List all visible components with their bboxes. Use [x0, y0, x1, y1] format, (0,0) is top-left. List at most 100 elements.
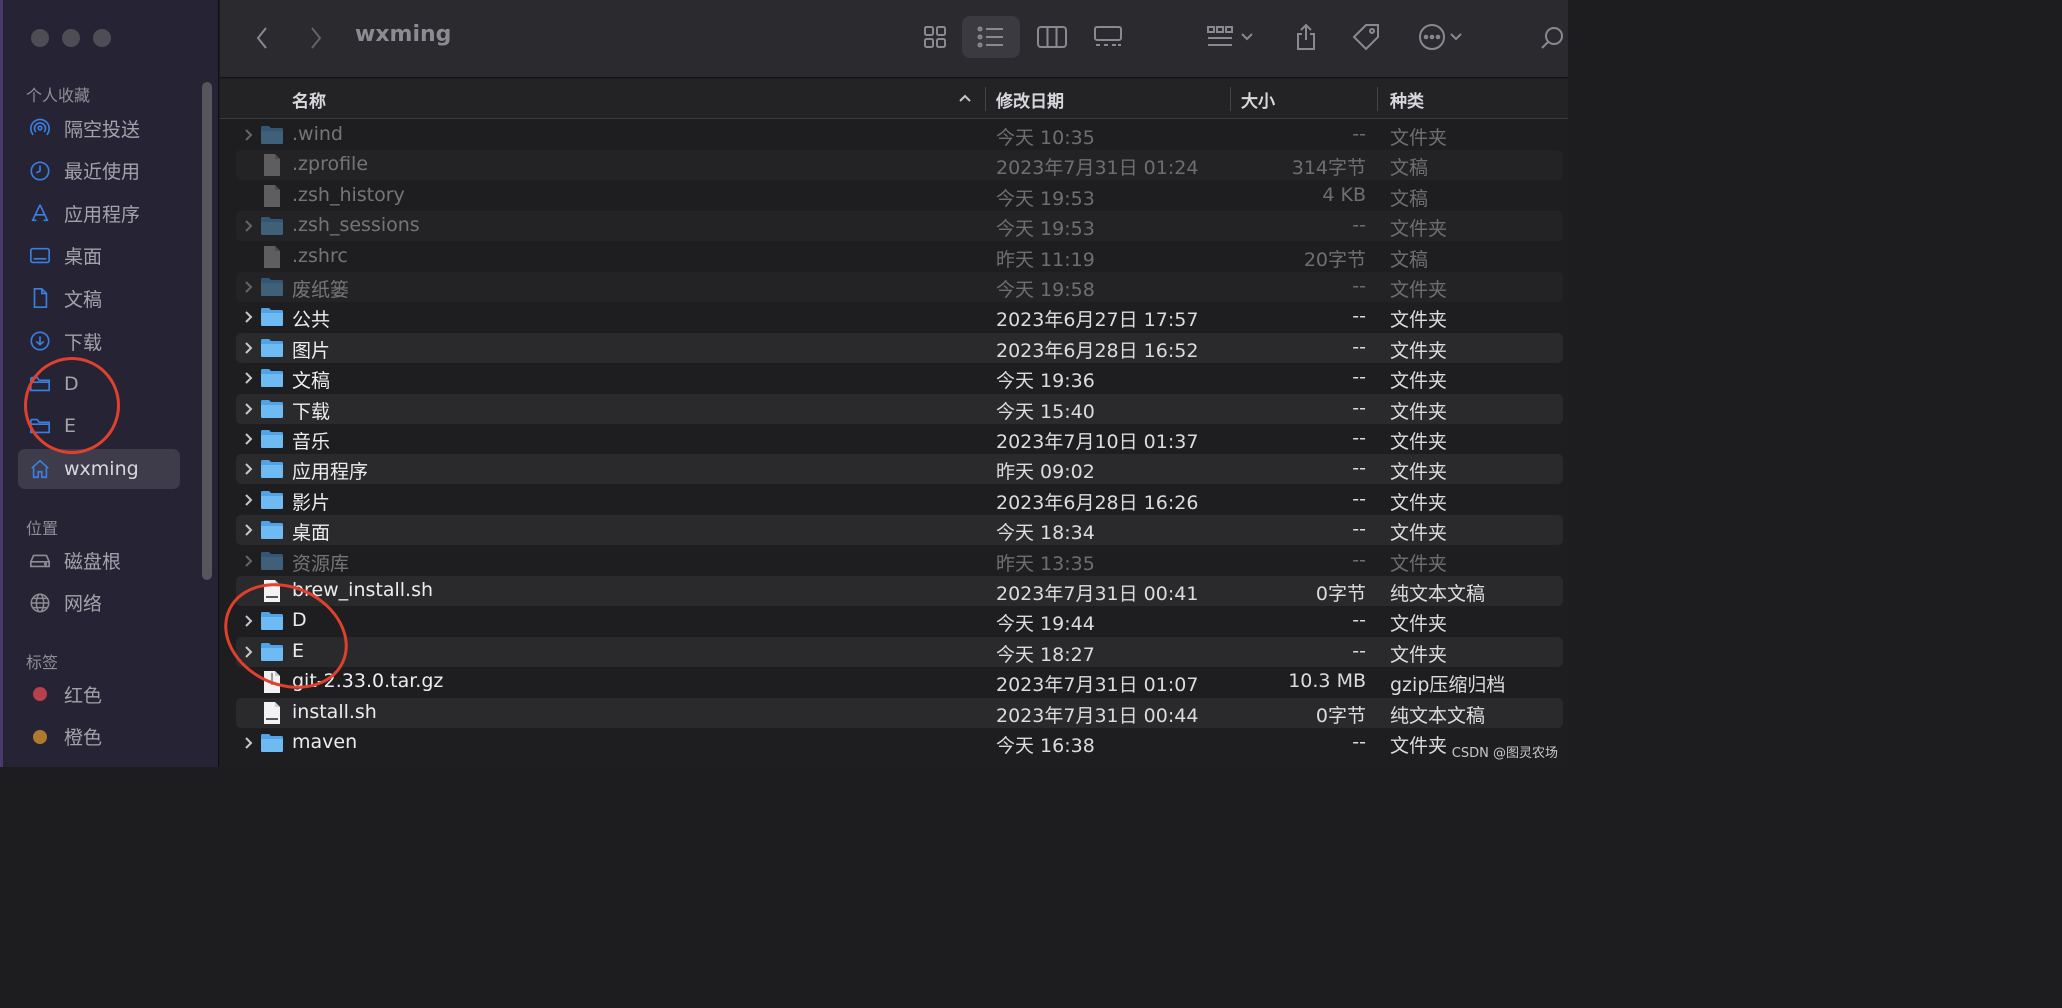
column-divider[interactable]	[1377, 87, 1378, 111]
file-size: 0字节	[1315, 704, 1366, 727]
back-button[interactable]	[244, 20, 280, 56]
table-row[interactable]: 废纸篓 今天 19:58 -- 文件夹	[236, 272, 1563, 302]
table-row[interactable]: .wind 今天 10:35 -- 文件夹	[236, 120, 1563, 150]
disclosure-triangle[interactable]	[240, 459, 256, 479]
file-name: 应用程序	[292, 461, 369, 484]
sidebar-scrollbar[interactable]	[202, 82, 212, 580]
table-row[interactable]: 下载 今天 15:40 -- 文件夹	[236, 393, 1563, 424]
file-size: 4 KB	[1322, 183, 1366, 206]
document-icon	[28, 286, 52, 310]
file-size: --	[1352, 123, 1366, 145]
search-icon	[1541, 27, 1563, 49]
table-row[interactable]: 音乐 2023年7月10日 01:37 -- 文件夹	[236, 424, 1563, 454]
share-button[interactable]	[1286, 16, 1326, 58]
sidebar-item-6[interactable]: 下载	[18, 321, 180, 361]
more-actions-button[interactable]	[1410, 17, 1470, 57]
file-modified-date: 今天 10:35	[996, 127, 1095, 149]
gallery-view-button[interactable]	[1088, 17, 1128, 57]
column-kind-header[interactable]: 种类	[1390, 79, 1424, 119]
search-button[interactable]	[1538, 20, 1568, 56]
column-size-header[interactable]: 大小	[1241, 79, 1275, 119]
disclosure-triangle[interactable]	[240, 520, 256, 540]
disclosure-triangle[interactable]	[240, 307, 256, 327]
disclosure-triangle[interactable]	[240, 551, 256, 571]
table-row[interactable]: 图片 2023年6月28日 16:52 -- 文件夹	[236, 332, 1563, 363]
ellipsis-circle-icon	[1419, 24, 1445, 50]
tag-button[interactable]	[1344, 16, 1388, 58]
forward-button[interactable]	[298, 20, 334, 56]
column-header: 名称 修改日期 大小 种类	[220, 79, 1568, 119]
window-title: wxming	[355, 22, 452, 47]
table-row[interactable]: D 今天 19:44 -- 文件夹	[236, 606, 1563, 636]
disclosure-triangle[interactable]	[240, 733, 256, 753]
disclosure-triangle[interactable]	[240, 216, 256, 236]
disclosure-triangle[interactable]	[240, 399, 256, 419]
disclosure-triangle[interactable]	[240, 125, 256, 145]
minimize-window-button[interactable]	[62, 29, 80, 47]
chevron-down-icon	[1450, 33, 1462, 41]
table-row[interactable]: 桌面 今天 18:34 -- 文件夹	[236, 515, 1563, 546]
file-modified-date: 今天 19:36	[996, 370, 1095, 393]
locations-section-title: 位置	[26, 519, 59, 538]
table-row[interactable]: maven 今天 16:38 -- 文件夹	[236, 728, 1563, 758]
table-row[interactable]: 资源库 昨天 13:35 -- 文件夹	[236, 546, 1563, 576]
file-name: 桌面	[292, 522, 331, 545]
sidebar-item-label: 磁盘根	[64, 550, 122, 573]
tag-color-dot	[33, 687, 47, 701]
file-kind: 文件夹	[1390, 309, 1448, 332]
sidebar-location-1[interactable]: 磁盘根	[18, 540, 180, 580]
disclosure-triangle[interactable]	[240, 338, 256, 358]
chevron-right-icon	[244, 311, 252, 324]
column-divider[interactable]	[985, 87, 986, 111]
sidebar-item-4[interactable]: 桌面	[18, 236, 180, 276]
table-row[interactable]: 文稿 今天 19:36 -- 文件夹	[236, 363, 1563, 393]
table-row[interactable]: 应用程序 昨天 09:02 -- 文件夹	[236, 454, 1563, 485]
file-name: 废纸篓	[292, 279, 350, 301]
list-view-button[interactable]	[962, 16, 1020, 58]
table-row[interactable]: .zprofile 2023年7月31日 01:24 314字节 文稿	[236, 150, 1563, 181]
table-row[interactable]: E 今天 18:27 -- 文件夹	[236, 636, 1563, 667]
clock-icon	[28, 159, 52, 183]
close-window-button[interactable]	[31, 29, 49, 47]
disclosure-triangle[interactable]	[240, 368, 256, 388]
group-by-button[interactable]	[1200, 17, 1260, 57]
column-view-button[interactable]	[1032, 17, 1072, 57]
sidebar-location-2[interactable]: 网络	[18, 583, 180, 623]
disclosure-triangle[interactable]	[240, 429, 256, 449]
sidebar-item-1[interactable]: 隔空投送	[18, 108, 180, 148]
sidebar-item-2[interactable]: 最近使用	[18, 151, 180, 191]
table-row[interactable]: .zsh_history 今天 19:53 4 KB 文稿	[236, 181, 1563, 211]
sort-ascending-icon	[959, 94, 971, 102]
table-row[interactable]: git-2.33.0.tar.gz 2023年7月31日 01:07 10.3 MB…	[236, 667, 1563, 697]
column-date-header[interactable]: 修改日期	[996, 79, 1064, 119]
folder-icon	[260, 366, 284, 390]
table-row[interactable]: install.sh 2023年7月31日 00:44 0字节 纯文本文稿	[236, 697, 1563, 728]
icon-view-button[interactable]	[915, 17, 955, 57]
disk-icon	[28, 548, 52, 572]
sidebar-item-3[interactable]: 应用程序	[18, 193, 180, 233]
sidebar-item-9[interactable]: wxming	[18, 448, 180, 489]
table-row[interactable]: brew_install.sh 2023年7月31日 00:41 0字节 纯文本文稿	[236, 576, 1563, 606]
sidebar-tag-2[interactable]: 橙色	[18, 717, 180, 757]
shell-script-icon	[260, 701, 284, 725]
file-size: --	[1352, 487, 1366, 510]
folder-icon	[260, 397, 284, 421]
sidebar-tag-1[interactable]: 红色	[18, 674, 180, 714]
table-row[interactable]: 公共 2023年6月27日 17:57 -- 文件夹	[236, 302, 1563, 332]
table-row[interactable]: 影片 2023年6月28日 16:26 -- 文件夹	[236, 485, 1563, 515]
column-divider[interactable]	[1230, 87, 1231, 111]
chevron-right-icon	[244, 372, 252, 384]
file-modified-date: 2023年6月28日 16:52	[996, 339, 1199, 362]
network-icon	[28, 591, 52, 615]
disclosure-triangle[interactable]	[240, 490, 256, 510]
sidebar-item-5[interactable]: 文稿	[18, 278, 180, 318]
disclosure-triangle[interactable]	[240, 277, 256, 297]
file-modified-date: 今天 15:40	[996, 400, 1095, 423]
sidebar-item-label: 最近使用	[64, 161, 141, 184]
watermark: CSDN @图灵农场	[1451, 746, 1558, 761]
table-row[interactable]: .zsh_sessions 今天 19:53 -- 文件夹	[236, 211, 1563, 242]
column-name-header[interactable]: 名称	[292, 79, 326, 119]
folder-icon	[260, 275, 284, 299]
zoom-window-button[interactable]	[93, 29, 111, 47]
table-row[interactable]: .zshrc 昨天 11:19 20字节 文稿	[236, 242, 1563, 272]
